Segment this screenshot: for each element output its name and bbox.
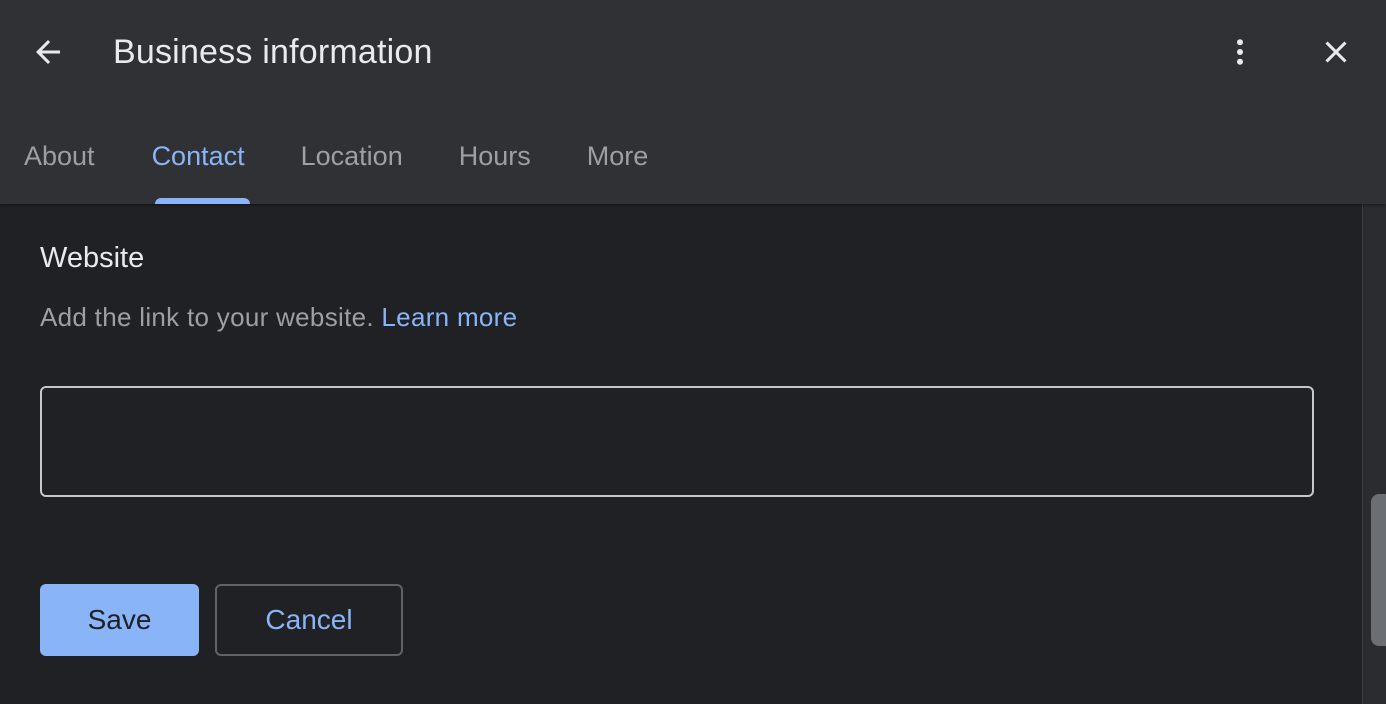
tab-label: Hours [458, 141, 531, 171]
close-button[interactable] [1312, 28, 1360, 76]
more-vertical-icon [1237, 39, 1243, 65]
website-description-text: Add the link to your website. [40, 302, 374, 332]
contact-content: Website Add the link to your website. Le… [0, 204, 1362, 704]
arrow-left-icon [36, 40, 60, 64]
tab-hours[interactable]: Hours [435, 120, 563, 204]
close-icon [1325, 41, 1347, 63]
tab-about[interactable]: About [0, 120, 128, 204]
tab-label: Location [300, 141, 403, 171]
website-input[interactable] [40, 386, 1314, 497]
dialog-title: Business information [113, 33, 433, 71]
dialog-header: Business information About Contact Locat… [0, 0, 1386, 204]
more-options-button[interactable] [1216, 28, 1264, 76]
tab-location[interactable]: Location [277, 120, 435, 204]
tab-label: About [24, 141, 95, 171]
cancel-button[interactable]: Cancel [215, 584, 403, 656]
tab-label: Contact [151, 141, 245, 171]
website-section-title: Website [40, 242, 145, 274]
website-description: Add the link to your website. Learn more [40, 300, 517, 334]
save-button[interactable]: Save [40, 584, 199, 656]
tab-label: More [586, 141, 649, 171]
tab-more[interactable]: More [563, 120, 681, 204]
active-tab-indicator [154, 198, 250, 204]
scrollbar[interactable] [1362, 204, 1386, 704]
learn-more-link[interactable]: Learn more [381, 302, 517, 332]
back-button[interactable] [24, 28, 72, 76]
tab-contact[interactable]: Contact [128, 120, 277, 204]
scrollbar-thumb[interactable] [1371, 494, 1386, 646]
tab-bar: About Contact Location Hours More [0, 120, 680, 204]
